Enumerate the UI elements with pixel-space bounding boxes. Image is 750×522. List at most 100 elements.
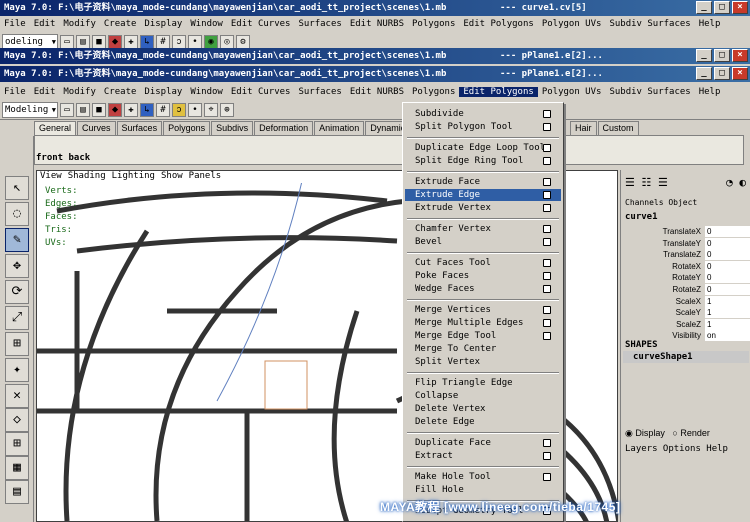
option-box-icon[interactable]: [543, 285, 551, 293]
option-box-icon[interactable]: [543, 157, 551, 165]
option-box-icon[interactable]: [543, 272, 551, 280]
menu-display[interactable]: Display: [140, 19, 186, 29]
channel-translatey[interactable]: TranslateY 0: [621, 237, 750, 249]
new-scene-icon[interactable]: ▭: [60, 102, 74, 117]
option-box-icon[interactable]: [543, 123, 551, 131]
menu-item-merge-edge-tool[interactable]: Merge Edge Tool: [405, 330, 561, 342]
soft-mod-tool-icon[interactable]: ✦: [5, 358, 29, 382]
option-box-icon[interactable]: [543, 319, 551, 327]
shelf-tab-hair[interactable]: Hair: [570, 121, 597, 135]
menu-item-chamfer-vertex[interactable]: Chamfer Vertex: [405, 223, 561, 235]
shelf-tab-animation[interactable]: Animation: [314, 121, 365, 135]
snap-curve-icon[interactable]: ↄ: [172, 102, 186, 117]
lasso-tool-icon[interactable]: ◌: [5, 202, 29, 226]
menu-item-merge-vertices[interactable]: Merge Vertices: [405, 304, 561, 316]
snap-grid-icon[interactable]: #: [156, 102, 170, 117]
menu-modify[interactable]: Modify: [59, 19, 100, 29]
menu-item-extract[interactable]: Extract: [405, 450, 561, 462]
display-radio[interactable]: ◉: [625, 428, 635, 438]
snap-curve-icon[interactable]: ↄ: [172, 34, 186, 49]
select-object-icon[interactable]: ✚: [124, 34, 138, 49]
save-scene-icon[interactable]: ■: [92, 102, 106, 117]
menu-polygons[interactable]: Polygons: [408, 87, 459, 97]
channel-rotatey[interactable]: RotateY 0: [621, 272, 750, 284]
menu-create[interactable]: Create: [100, 19, 141, 29]
channel-value[interactable]: 1: [705, 295, 750, 307]
viewport-menu-lighting[interactable]: Lighting: [109, 171, 158, 183]
channel-options-icon[interactable]: ◔ ◐: [726, 176, 746, 189]
menu-polygons[interactable]: Polygons: [408, 19, 459, 29]
menu-item-merge-multiple-edges[interactable]: Merge Multiple Edges: [405, 317, 561, 329]
ipr-render-icon[interactable]: ◎: [220, 34, 234, 49]
four-view-icon[interactable]: ⊞: [5, 432, 29, 456]
channel-value[interactable]: 0: [705, 260, 750, 272]
menu-item-duplicate-edge-loop-tool[interactable]: Duplicate Edge Loop Tool: [405, 142, 561, 154]
save-scene-icon[interactable]: ■: [92, 34, 106, 49]
menu-item-make-hole-tool[interactable]: Make Hole Tool: [405, 471, 561, 483]
minimize-button[interactable]: _: [696, 67, 712, 80]
viewport-menu-view[interactable]: View: [37, 171, 65, 183]
minimize-button[interactable]: _: [696, 49, 712, 62]
menu-edit[interactable]: Edit: [30, 19, 60, 29]
shape-name[interactable]: curveShape1: [623, 351, 749, 363]
single-view-icon[interactable]: ◇: [5, 408, 29, 432]
shelf-tab-polygons[interactable]: Polygons: [163, 121, 211, 135]
minimize-button[interactable]: _: [696, 1, 712, 14]
render-icon[interactable]: ◉: [204, 34, 218, 49]
option-box-icon[interactable]: [543, 144, 551, 152]
channel-rotatex[interactable]: RotateX 0: [621, 260, 750, 272]
menu-item-cut-faces-tool[interactable]: Cut Faces Tool: [405, 257, 561, 269]
snap-point-icon[interactable]: •: [188, 34, 202, 49]
channel-value[interactable]: 0: [705, 272, 750, 284]
channel-scaley[interactable]: ScaleY 1: [621, 307, 750, 319]
snap-grid-icon[interactable]: #: [156, 34, 170, 49]
menu-edit-polygons[interactable]: Edit Polygons: [459, 87, 538, 97]
option-box-icon[interactable]: [543, 110, 551, 118]
menu-edit-curves[interactable]: Edit Curves: [227, 87, 295, 97]
menu-polygon-uvs[interactable]: Polygon UVs: [538, 19, 606, 29]
rotate-tool-icon[interactable]: ⟳: [5, 280, 29, 304]
select-component-icon[interactable]: ↳: [140, 102, 154, 117]
shelf-tab-surfaces[interactable]: Surfaces: [116, 121, 163, 135]
viewport-menu-panels[interactable]: Panels: [186, 171, 225, 183]
menu-item-subdivide[interactable]: Subdivide: [405, 108, 561, 120]
menu-item-wedge-faces[interactable]: Wedge Faces: [405, 283, 561, 295]
menu-item-merge-to-center[interactable]: Merge To Center: [405, 343, 561, 355]
scale-tool-icon[interactable]: ⤢: [5, 306, 29, 330]
layers-menu[interactable]: Layers Options Help: [625, 444, 728, 454]
select-hierarchy-icon[interactable]: ⬥: [108, 34, 122, 49]
shelf-tab-subdivs[interactable]: Subdivs: [211, 121, 254, 135]
viewport-menu-shading[interactable]: Shading: [65, 171, 109, 183]
open-scene-icon[interactable]: ▤: [76, 34, 90, 49]
menu-display[interactable]: Display: [140, 87, 186, 97]
close-button[interactable]: ×: [732, 67, 748, 80]
show-manipulator-icon[interactable]: ✕: [5, 384, 29, 408]
menu-item-duplicate-face[interactable]: Duplicate Face: [405, 437, 561, 449]
maximize-button[interactable]: □: [714, 1, 730, 14]
option-box-icon[interactable]: [543, 191, 551, 199]
channel-value[interactable]: 0: [705, 226, 750, 237]
menu-polygon-uvs[interactable]: Polygon UVs: [538, 87, 606, 97]
menu-item-bevel[interactable]: Bevel: [405, 236, 561, 248]
manipulator-tool-icon[interactable]: ⊞: [5, 332, 29, 356]
menu-item-delete-edge[interactable]: Delete Edge: [405, 416, 561, 428]
paint-select-tool-icon[interactable]: ✎: [5, 228, 29, 252]
channel-value[interactable]: 0: [705, 237, 750, 249]
menu-subdiv-surfaces[interactable]: Subdiv Surfaces: [605, 19, 694, 29]
menu-item-delete-vertex[interactable]: Delete Vertex: [405, 403, 561, 415]
option-box-icon[interactable]: [543, 238, 551, 246]
shelf-tab-deformation[interactable]: Deformation: [254, 121, 314, 135]
make-live-icon[interactable]: ⊕: [220, 102, 234, 117]
channel-translatez[interactable]: TranslateZ 0: [621, 249, 750, 261]
maximize-button[interactable]: □: [714, 67, 730, 80]
menu-surfaces[interactable]: Surfaces: [294, 87, 345, 97]
menu-window[interactable]: Window: [186, 19, 227, 29]
channel-scalez[interactable]: ScaleZ 1: [621, 318, 750, 330]
menu-item-split-edge-ring-tool[interactable]: Split Edge Ring Tool: [405, 155, 561, 167]
menu-modify[interactable]: Modify: [59, 87, 100, 97]
shelf-tab-custom[interactable]: Custom: [597, 121, 639, 135]
layout-icon[interactable]: ▦: [5, 456, 29, 480]
shelf-tab-general[interactable]: General: [34, 121, 77, 135]
maximize-button[interactable]: □: [714, 49, 730, 62]
channel-layout-icon[interactable]: ☰ ☷ ☰: [625, 176, 668, 189]
